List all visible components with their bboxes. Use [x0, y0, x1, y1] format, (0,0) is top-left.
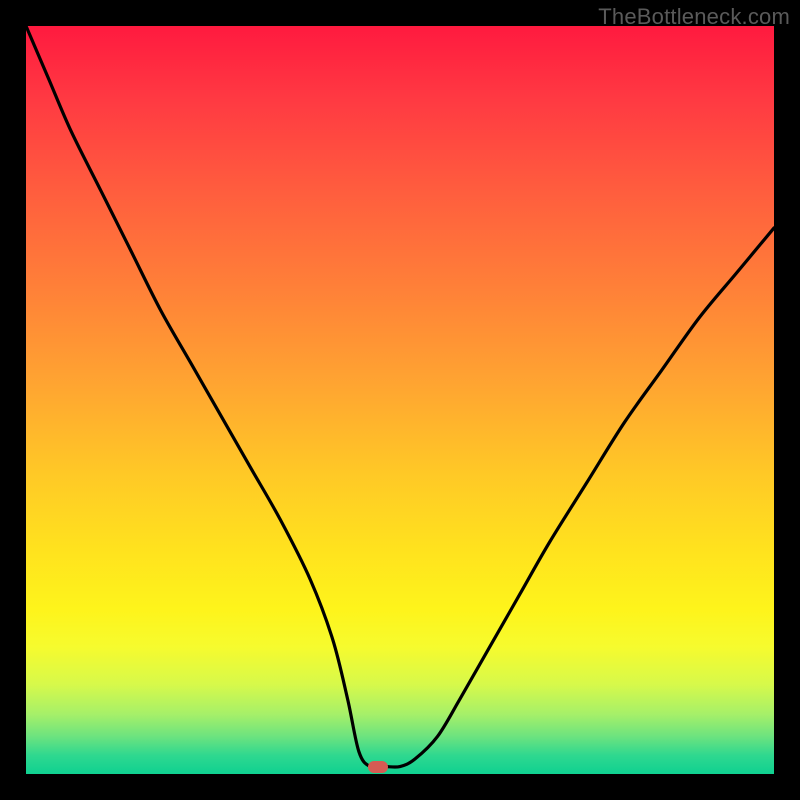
bottleneck-curve	[26, 26, 774, 774]
optimum-marker	[368, 761, 388, 773]
plot-area	[26, 26, 774, 774]
chart-frame: TheBottleneck.com	[0, 0, 800, 800]
watermark-text: TheBottleneck.com	[598, 4, 790, 30]
